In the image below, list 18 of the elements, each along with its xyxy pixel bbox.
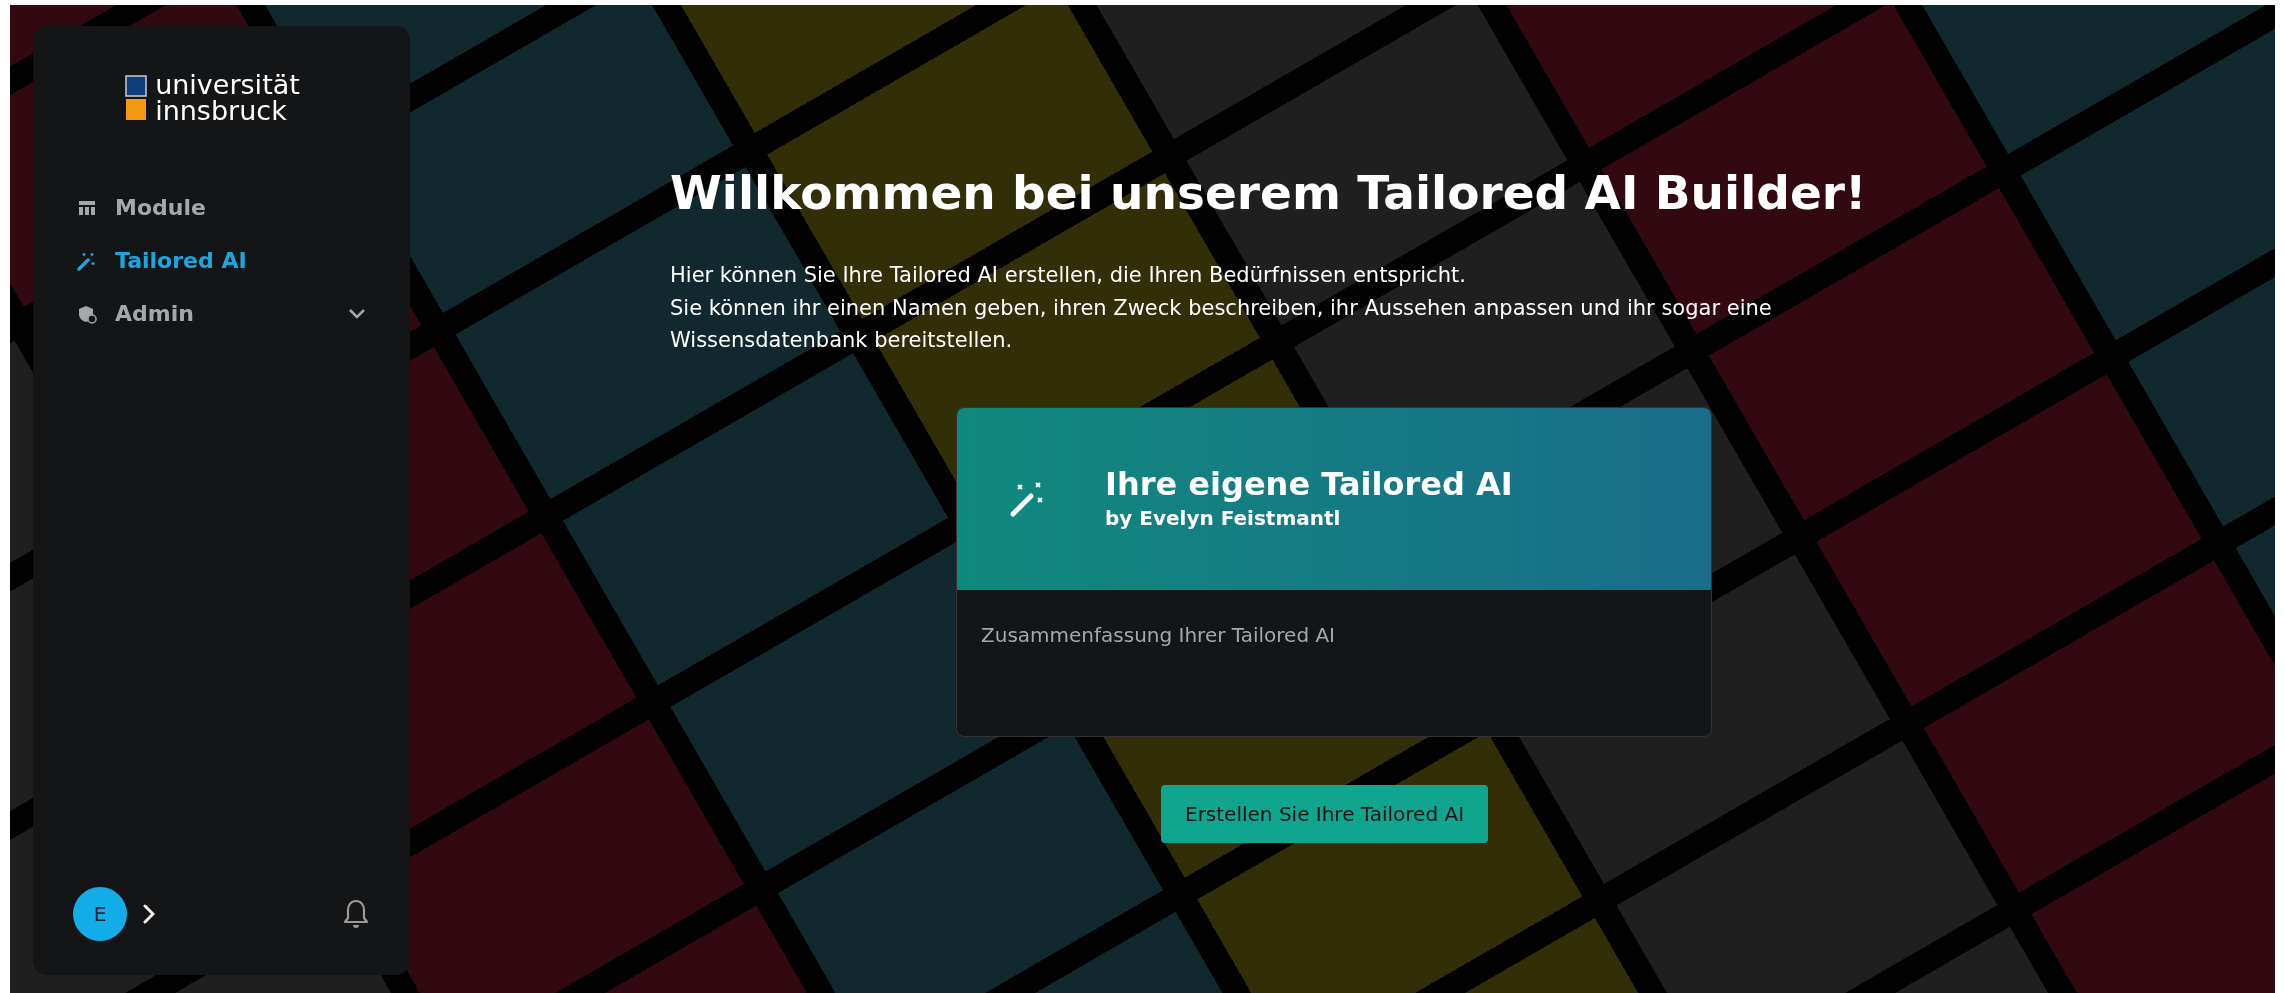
logo-icon (125, 74, 148, 121)
create-button[interactable]: Erstellen Sie Ihre Tailored AI (1161, 785, 1489, 844)
sidebar-item[interactable]: Module (57, 183, 386, 233)
sidebar-item[interactable]: Admin (57, 289, 386, 339)
shield-icon (77, 303, 97, 324)
magic-wand-icon (77, 250, 97, 271)
page-title: Willkommen bei unserem Tailored AI Builder! (670, 165, 1868, 222)
card-title: Ihre eigene Tailored AI (1105, 464, 1513, 504)
user-avatar[interactable]: E (73, 887, 127, 941)
chevron-right-icon[interactable] (143, 904, 155, 924)
intro-text: Hier können Sie Ihre Tailored AI erstellen, die Ihren Bedürfnissen entspricht. (670, 262, 1467, 290)
sidebar-item[interactable]: Tailored AI (57, 236, 386, 286)
logo-text: universität (155, 72, 300, 98)
logo-text: innsbruck (155, 97, 288, 124)
intro-text: Sie können ihr einen Namen geben, ihren Zweck beschreiben, ihr Aussehen anpassen und ihr sogar eine Wissensdatenbank bereitstellen. (670, 294, 1773, 355)
card-summary: Zusammenfassung Ihrer Tailored AI (981, 623, 1335, 648)
bell-icon[interactable] (342, 898, 370, 930)
card-author: by Evelyn Feistmantl (1105, 505, 1342, 533)
